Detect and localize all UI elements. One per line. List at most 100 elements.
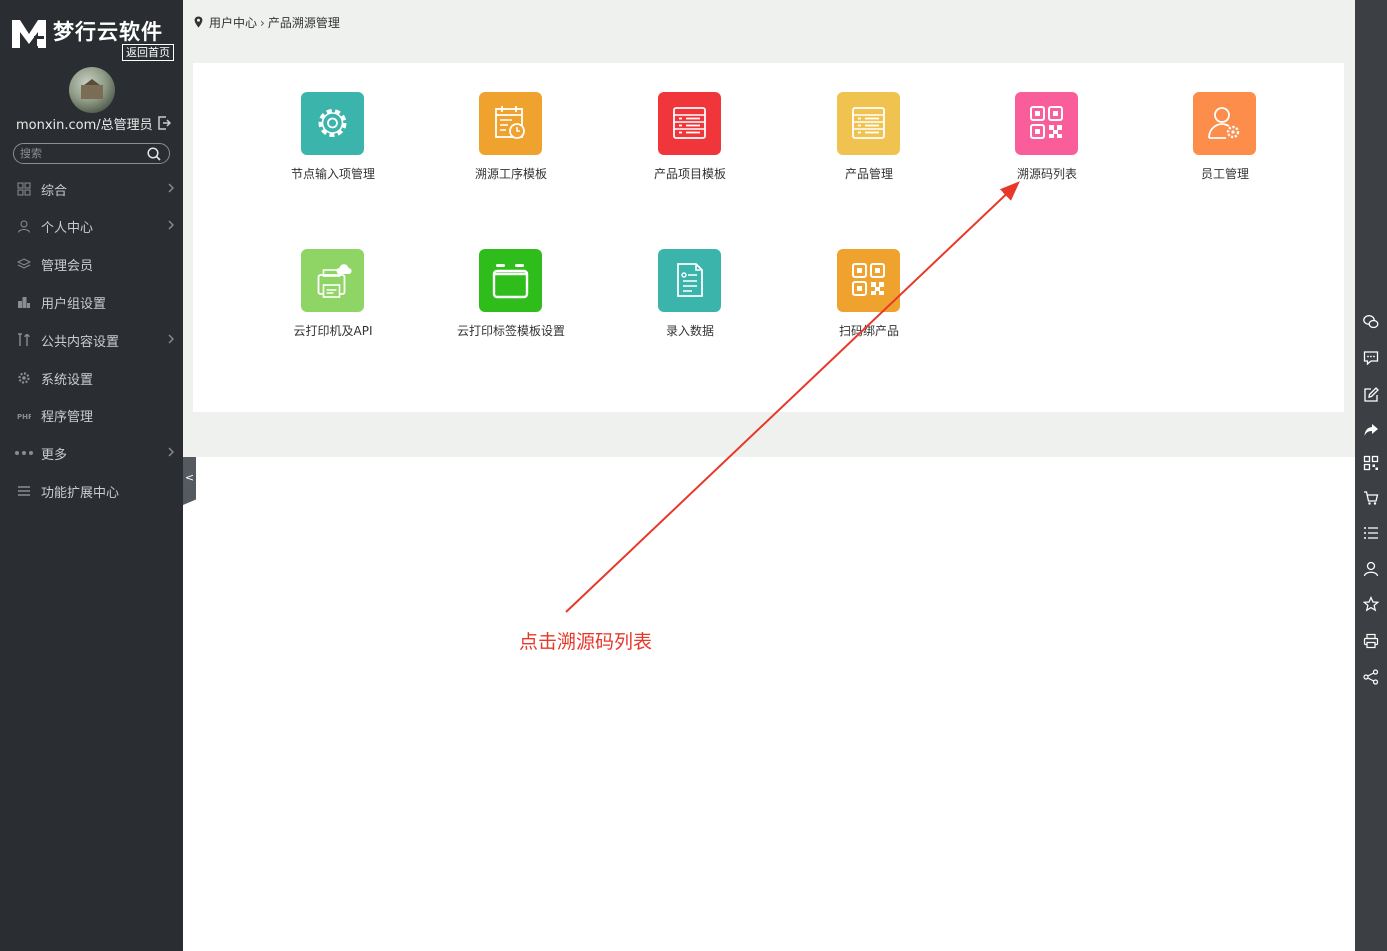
sidebar-item-label: 公共内容设置: [41, 335, 120, 350]
gear-icon: [18, 372, 30, 384]
home-link[interactable]: 返回首页: [122, 44, 174, 61]
tile-staff-management[interactable]: 员工管理: [1145, 92, 1305, 192]
breadcrumb: 用户中心 › 产品溯源管理: [194, 14, 340, 31]
sidebar-item-label: 功能扩展中心: [41, 486, 120, 501]
tile-icon-bg: [658, 249, 721, 312]
sidebar-item-extension-center[interactable]: 功能扩展中心: [0, 473, 183, 509]
grid-icon: [17, 182, 31, 196]
qrcode-icon[interactable]: [1363, 455, 1379, 471]
tools-icon: [18, 333, 30, 346]
avatar[interactable]: [69, 67, 115, 113]
tile-enter-data[interactable]: 录入数据: [610, 249, 770, 349]
tile-node-input-management[interactable]: 节点输入项管理: [253, 92, 413, 192]
sidebar-item-more[interactable]: 更多: [0, 435, 183, 471]
document-icon: [677, 263, 703, 297]
tile-icon-bg: [479, 92, 542, 155]
tile-trace-process-template[interactable]: 溯源工序模板: [431, 92, 591, 192]
print-icon[interactable]: [1363, 633, 1379, 649]
dots-icon: [15, 451, 33, 455]
user-label[interactable]: monxin.com/总管理员: [16, 114, 176, 133]
tile-icon-bg: [479, 249, 542, 312]
cloud-printer-icon: [317, 264, 352, 298]
sidebar-item-label: 管理会员: [41, 259, 94, 274]
right-toolbar: [1355, 0, 1387, 951]
location-pin-icon: [194, 16, 203, 28]
tile-icon-bg: [301, 249, 364, 312]
tile-icon-bg: [1015, 92, 1078, 155]
breadcrumb-current: 产品溯源管理: [267, 16, 340, 30]
logo[interactable]: 梦行云软件 返回首页: [10, 14, 175, 62]
sidebar-item-label: 更多: [41, 448, 68, 463]
share-icon[interactable]: [1363, 669, 1379, 685]
tile-icon-bg: [837, 249, 900, 312]
menu-icon: [18, 486, 30, 496]
label-template-icon: [492, 264, 529, 299]
list-icon: [673, 107, 706, 139]
list-icon[interactable]: [1363, 525, 1379, 541]
brand-name: 梦行云软件: [53, 20, 163, 44]
logout-icon[interactable]: [157, 116, 171, 130]
tile-cloud-print-label-template[interactable]: 云打印标签模板设置: [431, 249, 591, 349]
tile-label: 产品管理: [844, 167, 893, 181]
search-box: [13, 143, 170, 164]
tile-scan-bind-product[interactable]: 扫码绑产品: [789, 249, 949, 349]
wechat-icon[interactable]: [1363, 314, 1379, 330]
star-icon[interactable]: [1363, 596, 1379, 612]
sidebar-item-public-content-settings[interactable]: 公共内容设置: [0, 322, 183, 358]
search-icon[interactable]: [147, 147, 161, 161]
tile-cloud-printer-api[interactable]: 云打印机及API: [253, 249, 413, 349]
tile-icon-bg: [301, 92, 364, 155]
tile-label: 录入数据: [665, 324, 714, 338]
tile-label: 扫码绑产品: [838, 324, 899, 338]
search-input[interactable]: [20, 145, 145, 162]
annotation-text: 点击溯源码列表: [519, 631, 653, 653]
tile-icon-bg: [1193, 92, 1256, 155]
logo-mark-icon: [12, 20, 46, 48]
breadcrumb-user-center[interactable]: 用户中心: [209, 16, 257, 30]
tile-product-project-template[interactable]: 产品项目模板: [610, 92, 770, 192]
sidebar-collapse-handle[interactable]: <: [183, 450, 196, 505]
gear-icon: [318, 109, 347, 137]
list-icon: [852, 107, 885, 139]
sidebar-item-program-management[interactable]: PHP 程序管理: [0, 397, 183, 433]
qrcode-icon: [1030, 106, 1063, 139]
tile-label: 产品项目模板: [653, 167, 726, 181]
sidebar-item-label: 系统设置: [41, 373, 94, 388]
sidebar-item-label: 综合: [41, 184, 68, 199]
php-icon: PHP: [17, 413, 31, 421]
user-gear-icon: [1208, 107, 1240, 139]
tile-product-management[interactable]: 产品管理: [789, 92, 949, 192]
edit-icon[interactable]: [1363, 387, 1379, 403]
user-icon: [18, 220, 30, 233]
qrcode-icon: [852, 263, 885, 296]
sidebar-item-usergroup-settings[interactable]: 用户组设置: [0, 284, 183, 320]
tile-icon-bg: [658, 92, 721, 155]
breadcrumb-separator: ›: [260, 16, 265, 30]
chevron-right-icon: [168, 220, 174, 230]
sidebar: 梦行云软件 返回首页 monxin.com/总管理员 综合: [0, 0, 183, 951]
tile-label: 节点输入项管理: [290, 167, 375, 181]
share-arrow-icon[interactable]: [1363, 422, 1379, 438]
tile-label: 溯源码列表: [1016, 167, 1077, 181]
tile-label: 云打印标签模板设置: [456, 324, 565, 338]
chevron-right-icon: [168, 334, 174, 344]
tile-icon-bg: [837, 92, 900, 155]
chevron-right-icon: [168, 447, 174, 457]
tile-label: 云打印机及API: [293, 324, 373, 338]
sidebar-item-label: 用户组设置: [41, 297, 107, 312]
comment-icon[interactable]: [1363, 350, 1379, 366]
sidebar-item-label: 个人中心: [41, 221, 94, 236]
chevron-right-icon: [168, 183, 174, 193]
sidebar-item-manage-members[interactable]: 管理会员: [0, 246, 183, 282]
sidebar-item-general[interactable]: 综合: [0, 171, 183, 207]
cart-icon[interactable]: [1363, 490, 1379, 506]
buildings-icon: [18, 297, 30, 308]
calendar-clock-icon: [495, 106, 525, 139]
sidebar-item-label: 程序管理: [41, 410, 94, 425]
svg-text:PHP: PHP: [17, 413, 31, 421]
sidebar-item-personal-center[interactable]: 个人中心: [0, 208, 183, 244]
app-grid-panel: 节点输入项管理 溯源工序模板 产品项目模板 产品管理 溯源码列表 员工管理 云打…: [193, 63, 1344, 412]
user-icon[interactable]: [1363, 561, 1379, 577]
sidebar-item-system-settings[interactable]: 系统设置: [0, 360, 183, 396]
tile-trace-code-list[interactable]: 溯源码列表: [967, 92, 1127, 192]
